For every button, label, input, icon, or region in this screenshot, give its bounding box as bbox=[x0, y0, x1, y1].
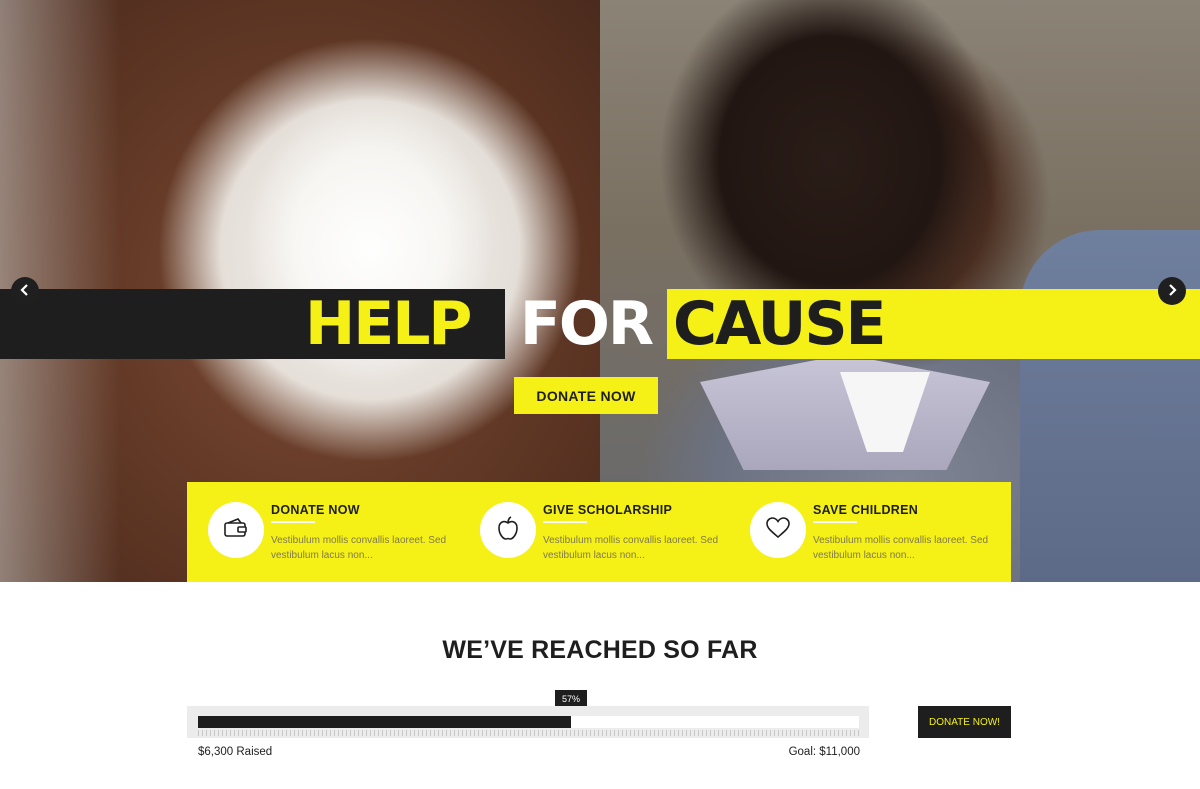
feature-title: DONATE NOW bbox=[271, 503, 360, 517]
feature-save-children[interactable]: SAVE CHILDREN Vestibulum mollis convalli… bbox=[729, 482, 1011, 582]
feature-title-underline bbox=[543, 521, 587, 523]
donate-now-button[interactable]: DONATE NOW! bbox=[918, 706, 1011, 738]
progress-track bbox=[198, 716, 859, 728]
fundraising-progress bbox=[187, 706, 869, 738]
progress-ruler bbox=[198, 730, 859, 736]
heart-icon bbox=[765, 516, 791, 545]
feature-icon-circle bbox=[480, 502, 536, 558]
feature-description: Vestibulum mollis convallis laoreet. Sed… bbox=[543, 535, 719, 561]
progress-fill bbox=[198, 716, 571, 728]
wallet-icon bbox=[223, 517, 249, 544]
slider-next-arrow[interactable] bbox=[1158, 277, 1186, 305]
hero-headline: HELP FOR CAUSE bbox=[305, 289, 887, 359]
raised-amount: $6,300 Raised bbox=[198, 746, 273, 758]
feature-title-underline bbox=[271, 521, 315, 523]
hero-donate-button[interactable]: DONATE NOW bbox=[514, 377, 658, 414]
feature-description: Vestibulum mollis convallis laoreet. Sed… bbox=[271, 535, 447, 561]
feature-description: Vestibulum mollis convallis laoreet. Sed… bbox=[813, 535, 989, 561]
feature-title: GIVE SCHOLARSHIP bbox=[543, 503, 673, 517]
feature-icon-circle bbox=[208, 502, 264, 558]
apple-icon bbox=[496, 515, 520, 546]
chevron-left-icon bbox=[20, 283, 30, 299]
feature-title: SAVE CHILDREN bbox=[813, 503, 919, 517]
feature-donate-now[interactable]: DONATE NOW Vestibulum mollis convallis l… bbox=[187, 482, 459, 582]
feature-give-scholarship[interactable]: GIVE SCHOLARSHIP Vestibulum mollis conva… bbox=[459, 482, 731, 582]
feature-title-underline bbox=[813, 521, 857, 523]
headline-word-for: FOR bbox=[519, 289, 654, 359]
feature-strip: DONATE NOW Vestibulum mollis convallis l… bbox=[187, 482, 1011, 582]
chevron-right-icon bbox=[1167, 283, 1177, 299]
feature-icon-circle bbox=[750, 502, 806, 558]
hero-slider: HELP FOR CAUSE DONATE NOW DONATE NOW Ves… bbox=[0, 0, 1200, 582]
headline-word-help: HELP bbox=[305, 289, 472, 359]
headline-word-cause: CAUSE bbox=[673, 289, 887, 359]
goal-amount: Goal: $11,000 bbox=[788, 746, 860, 758]
slider-prev-arrow[interactable] bbox=[11, 277, 39, 305]
section-title: WE’VE REACHED SO FAR bbox=[442, 636, 758, 664]
